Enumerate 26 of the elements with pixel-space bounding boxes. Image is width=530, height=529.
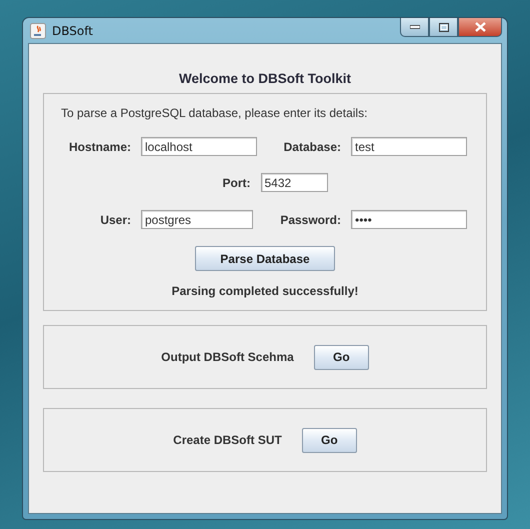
field-label: Port: [222, 176, 250, 190]
action-label: Create DBSoft SUT [173, 433, 282, 447]
hostname-field[interactable]: localhost [141, 137, 257, 156]
go-button[interactable]: Go [302, 428, 357, 452]
port-field[interactable]: 5432 [260, 173, 328, 192]
action-label: Output DBSoft Scehma [161, 350, 294, 364]
field-label: Password: [279, 212, 341, 226]
window-title: DBSoft [52, 24, 93, 38]
close-button[interactable] [458, 18, 502, 37]
maximize-button[interactable] [429, 18, 458, 37]
field-label: Hostname: [68, 140, 131, 154]
go-button[interactable]: Go [314, 344, 369, 370]
intro-text: To parse a PostgreSQL database, please enter its details: [61, 106, 368, 120]
welcome-heading: Welcome to DBSoft Toolkit [178, 71, 352, 86]
field-label: User: [99, 212, 131, 226]
parse-database-button[interactable]: Parse Database [195, 246, 335, 271]
minimize-button[interactable] [400, 18, 429, 37]
password-field[interactable]: •••• [351, 210, 467, 229]
user-field[interactable]: postgres [141, 210, 253, 229]
database-field[interactable]: test [351, 137, 467, 156]
app-icon [30, 22, 46, 38]
close-icon [474, 22, 486, 32]
field-label: Database: [282, 140, 341, 154]
status-message: Parsing completed successfully! [170, 284, 360, 298]
minimize-icon [410, 25, 420, 29]
maximize-icon [438, 22, 448, 32]
